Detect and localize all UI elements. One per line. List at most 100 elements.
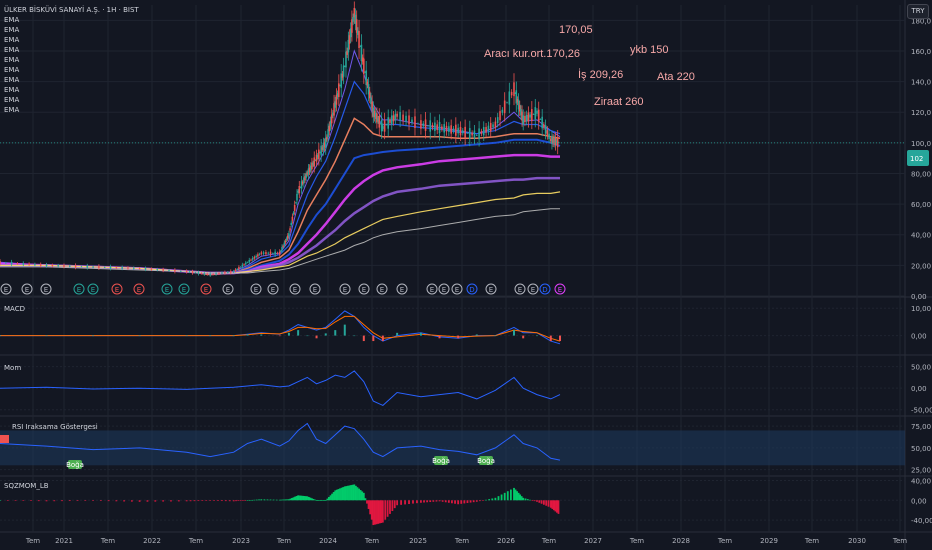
sqz-bar [503,492,506,501]
sqz-bar [545,500,548,506]
candle-body [408,115,410,125]
macd-histogram-bar [512,330,515,336]
macd-histogram-bar [92,335,95,337]
currency-button[interactable]: TRY [907,4,929,19]
candle-body [115,267,118,269]
sqz-bar [432,500,435,502]
sqz-bar [335,489,338,501]
candle-body [292,212,295,214]
candle-body [272,253,274,254]
candle-body [221,272,223,274]
macd-histogram-bar [324,333,327,336]
macd-pane[interactable] [0,310,561,345]
price-y-tick-label: 80,00 [911,170,931,178]
sqz-bar [367,500,370,509]
candle-body [429,120,432,132]
candle-body [380,119,383,132]
sqz-bar [542,500,545,505]
earnings-marker-label: E [204,286,208,294]
rsi-bull-label: Boğa [66,461,84,469]
x-tick-label: 2026 [497,537,515,545]
sqz-bar [193,500,196,502]
rsi-flag [0,435,9,443]
sqz-bar [298,495,301,501]
x-tick-label: Tem [276,537,291,545]
earnings-marker-label: E [254,286,258,294]
sqz-bar [475,500,478,502]
candle-body [191,271,194,274]
sqz-bar [130,500,133,502]
macd-series-line [0,310,561,345]
sqz-bar [342,487,345,501]
candle-body [16,263,19,264]
candle-body [246,262,249,264]
sqz-bar [272,499,275,501]
sqz-bar [343,486,346,501]
candle-body [10,261,13,265]
candle-body [492,124,494,128]
macd-histogram-bar [315,335,318,339]
sqz-bar [366,500,368,504]
earnings-marker-label: E [271,286,275,294]
candle-body [487,125,490,132]
candle-body [283,242,286,246]
sqz-bar [284,499,287,501]
candle-body [342,65,345,77]
earnings-marker-label: E [4,286,8,294]
candle-body [452,128,455,132]
candle-body [320,145,322,156]
candle-body [457,127,459,134]
squeeze-momentum-pane[interactable] [0,484,560,526]
sqz-bar [514,489,517,501]
candle-body [338,83,340,98]
sqz-bar [6,500,9,501]
sqz-bar [380,500,383,523]
candle-body [455,124,457,136]
earnings-marker-label: E [182,286,186,294]
earnings-marker-label: E [455,286,459,294]
sqz-bar [359,490,362,501]
earnings-marker-label: E [44,286,48,294]
candle-body [541,116,543,129]
macd-histogram-bar [559,335,561,342]
macd-histogram-bar [475,334,478,336]
candle-body [236,268,238,270]
sqz-bar [320,500,323,501]
price-badge: 102 [907,150,929,166]
candle-body [278,251,281,255]
sqz-bar [294,496,296,501]
sqz-bar [244,500,247,501]
candle-body [241,264,244,267]
sqz-bar [482,500,484,501]
x-tick-label: 2024 [319,537,337,545]
candle-body [293,204,296,211]
sqz-bar [242,500,244,501]
sqz-bar [278,499,281,501]
x-tick-label: Tem [629,537,644,545]
candle-body [162,269,164,271]
sqz-bar [339,488,341,501]
candle-body [546,130,549,136]
ema-legend-label: EMA [4,36,19,44]
candle-body [441,126,443,130]
sqz-bar [237,500,240,501]
rsi-bull-label: Boğa [477,457,495,465]
earnings-marker-label: E [115,286,119,294]
candle-body [179,271,182,272]
sqz-bar [92,500,94,501]
ema-legend-label: EMA [4,106,19,114]
candle-body [450,125,452,134]
sqz-bar [408,500,410,504]
candle-body [288,233,290,237]
sqz-bar [538,500,541,503]
sqz-bar [516,491,518,501]
sqz-bar [466,500,469,504]
candle-body [144,268,147,270]
earnings-marker-label: E [362,286,366,294]
earnings-marker-label: E [442,286,446,294]
sqz-bar [348,485,351,501]
chart-svg[interactable]: EEEEEEEEEEEEEEEEEEEEEEDEEEDE Boğa Boğa Boğ… [0,0,932,550]
annotation-ata: Ata 220 [657,71,695,83]
sqz-bar [494,497,497,501]
sqz-bar [329,495,332,501]
